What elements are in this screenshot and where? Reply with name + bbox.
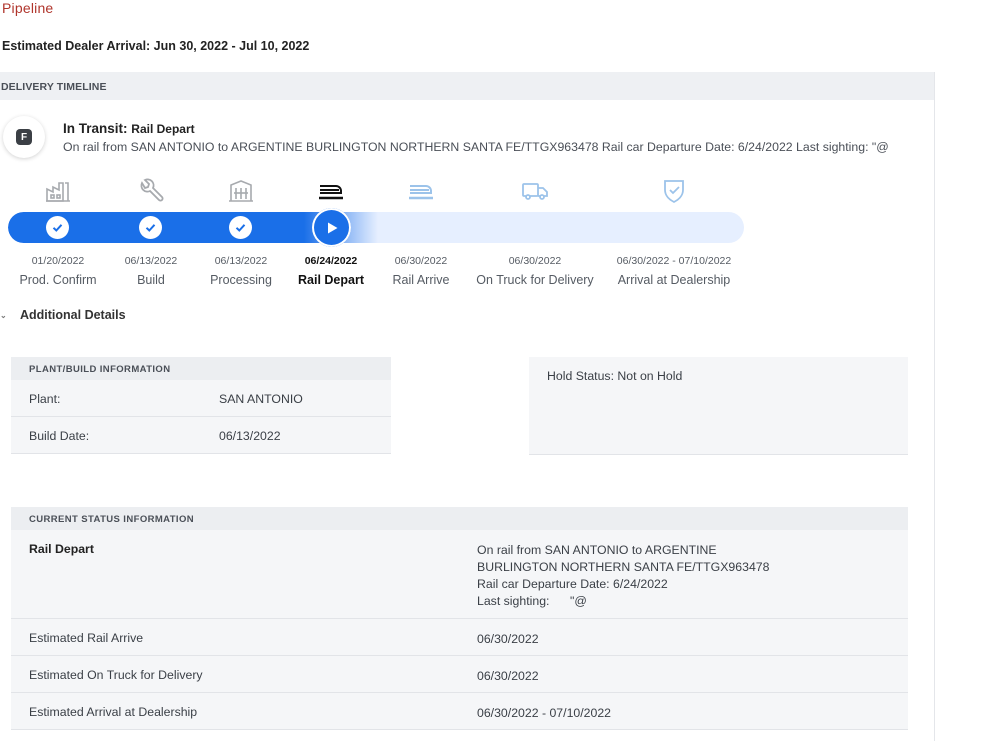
table-row: Rail Depart On rail from SAN ANTONIO to … [11,530,908,619]
brand-logo-icon: F [16,129,32,145]
detail-line: Rail car Departure Date: 6/24/2022 [477,577,668,591]
shield-check-icon [660,177,688,205]
table-row: Estimated Rail Arrive 06/30/2022 [11,619,908,656]
est-on-truck-label: Estimated On Truck for Delivery [29,668,203,682]
current-status-detail: On rail from SAN ANTONIO to ARGENTINE BU… [477,542,769,610]
card-row: Build Date: 06/13/2022 [11,417,391,454]
hold-status-card: Hold Status: Not on Hold [529,357,908,455]
hold-status-text: Hold Status: Not on Hold [547,369,683,383]
status-value: Rail Depart [131,122,195,136]
status-line: In Transit: Rail Depart [63,121,195,136]
est-rail-arrive-label: Estimated Rail Arrive [29,631,144,645]
check-icon [139,216,162,239]
est-arrival-dealership-value: 06/30/2022 - 07/10/2022 [477,706,612,720]
build-date-value: 06/13/2022 [219,429,281,443]
stage-date-arrival-dealership: 06/30/2022 - 07/10/2022 [616,255,732,267]
stage-name-arrival-dealership: Arrival at Dealership [617,273,731,287]
current-status-card: CURRENT STATUS INFORMATION Rail Depart O… [11,507,908,730]
check-icon [229,216,252,239]
status-description: On rail from SAN ANTONIO to ARGENTINE BU… [63,140,889,154]
stage-date-on-truck: 06/30/2022 [508,255,562,267]
factory-icon [44,177,72,205]
est-on-truck-value: 06/30/2022 [477,669,539,683]
detail-line: BURLINGTON NORTHERN SANTA FE/TTGX963478 [477,560,770,574]
plant-label: Plant: [29,392,61,406]
truck-icon [521,177,549,205]
delivery-timeline-header: DELIVERY TIMELINE [0,72,934,100]
plant-build-card: PLANT/BUILD INFORMATION Plant: SAN ANTON… [11,357,391,454]
table-row: Estimated On Truck for Delivery 06/30/20… [11,656,908,693]
estimated-dealer-arrival: Estimated Dealer Arrival: Jun 30, 2022 -… [2,39,310,53]
detail-line: Last sighting: "@ [477,594,587,608]
est-rail-arrive-value: 06/30/2022 [477,632,539,646]
current-status-label: Rail Depart [29,542,94,556]
rail-arrive-icon [407,177,435,205]
stage-name-on-truck: On Truck for Delivery [476,273,594,287]
wrench-icon [137,177,165,205]
plant-value: SAN ANTONIO [219,392,303,406]
card-row: Plant: SAN ANTONIO [11,380,391,417]
page-title: Pipeline [2,0,54,16]
detail-line: On rail from SAN ANTONIO to ARGENTINE [477,543,717,557]
brand-badge: F [3,116,45,158]
progress-track [8,212,744,243]
current-stage-play-icon [312,208,351,247]
plant-build-header: PLANT/BUILD INFORMATION [11,357,391,380]
current-status-header: CURRENT STATUS INFORMATION [11,507,908,530]
rail-depart-icon [317,177,345,205]
additional-details-label: Additional Details [20,308,126,322]
est-arrival-dealership-label: Estimated Arrival at Dealership [29,705,198,719]
additional-details-toggle[interactable]: ⌄ Additional Details [0,308,126,322]
status-label: In Transit: [63,121,128,136]
check-icon [46,216,69,239]
processing-icon [227,177,255,205]
build-date-label: Build Date: [29,429,90,443]
table-row: Estimated Arrival at Dealership 06/30/20… [11,693,908,730]
chevron-down-icon: ⌄ [0,310,7,320]
